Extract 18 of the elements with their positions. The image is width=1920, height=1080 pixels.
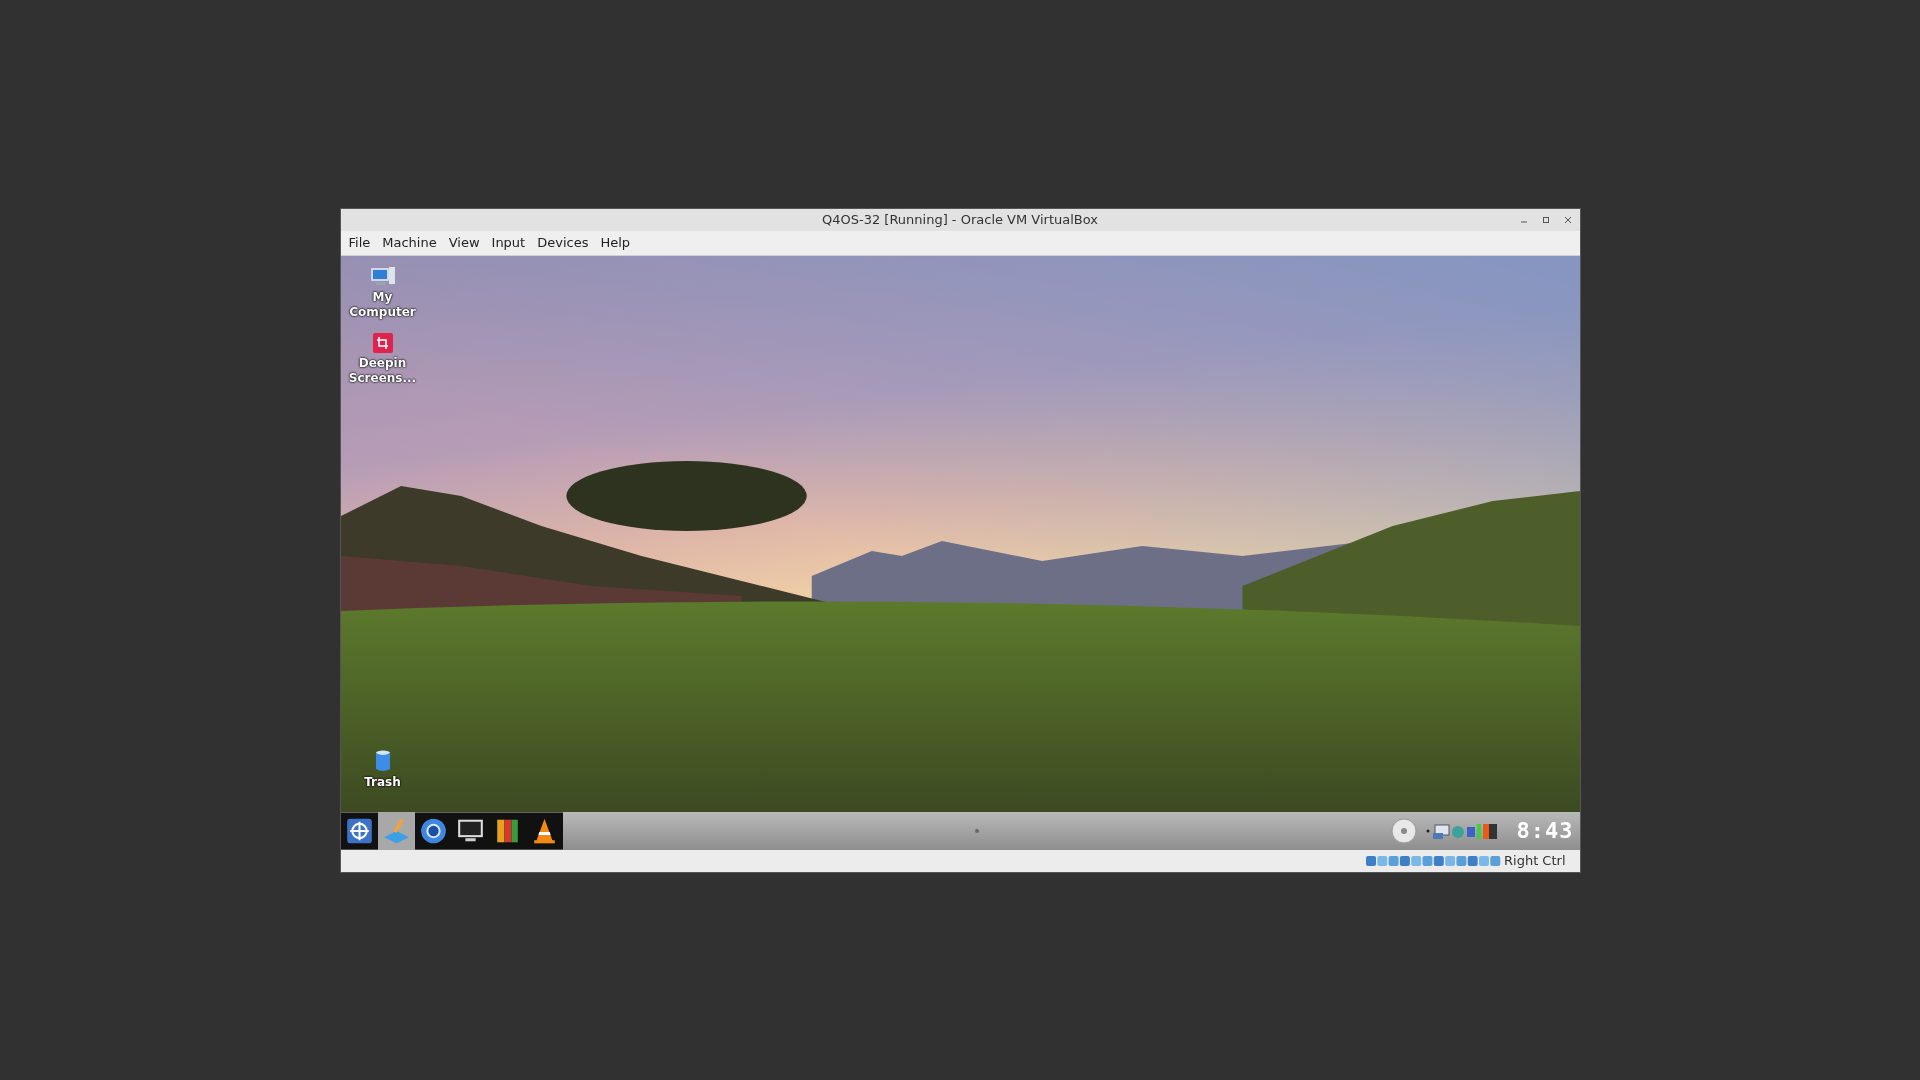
menu-item[interactable]: View <box>448 235 480 250</box>
menu-item[interactable]: Devices <box>537 235 589 250</box>
start-menu-icon[interactable] <box>340 811 378 850</box>
trash-icon[interactable] <box>373 748 392 773</box>
browser-icon[interactable] <box>414 811 452 850</box>
panel-handle-icon[interactable] <box>973 827 980 834</box>
menu-item[interactable]: File <box>348 235 371 250</box>
menu-item[interactable]: Help <box>600 235 631 250</box>
computer-icon[interactable] <box>369 265 396 288</box>
maximize-icon[interactable] <box>1541 215 1550 224</box>
menu-item[interactable]: Machine <box>382 235 437 250</box>
disc-icon[interactable] <box>1390 817 1417 844</box>
desktop-icon-label[interactable]: Trash <box>364 774 401 790</box>
host-key-label: Right Ctrl <box>1504 853 1566 868</box>
window-title: Q4OS-32 [Running] - Oracle VM VirtualBox <box>821 212 1098 227</box>
close-icon[interactable] <box>1563 215 1572 224</box>
traffic-cone-icon[interactable] <box>525 811 563 850</box>
menu-item[interactable]: Input <box>491 235 526 250</box>
